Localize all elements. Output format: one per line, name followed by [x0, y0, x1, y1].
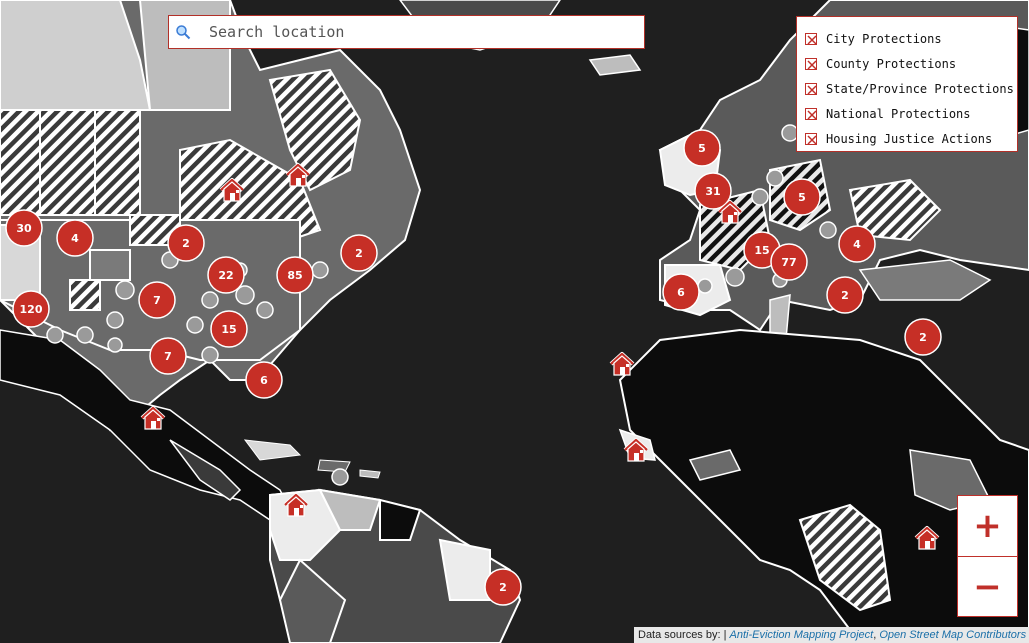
cluster-count: 31: [705, 185, 720, 198]
search-bar[interactable]: [168, 15, 645, 49]
legend-item-state-province-protections[interactable]: State/Province Protections: [797, 76, 1017, 101]
cluster-count: 7: [164, 350, 172, 363]
legend-item-housing-justice-actions[interactable]: Housing Justice Actions: [797, 126, 1017, 151]
cluster-count: 5: [698, 142, 706, 155]
cluster-count: 15: [221, 323, 236, 336]
legend-item-label: City Protections: [826, 31, 942, 46]
cluster-count: 30: [16, 222, 32, 235]
legend-item-label: County Protections: [826, 56, 957, 71]
cluster-count: 5: [798, 191, 806, 204]
cluster-marker[interactable]: 6: [662, 273, 700, 311]
cluster-marker[interactable]: 120: [12, 290, 50, 328]
cluster-count: 6: [677, 286, 685, 299]
cluster-count: 2: [182, 237, 190, 250]
cluster-marker[interactable]: 22: [207, 256, 245, 294]
cluster-marker[interactable]: 4: [56, 219, 94, 257]
cluster-marker[interactable]: 2: [904, 318, 942, 356]
zoom-control: + −: [957, 495, 1018, 617]
cluster-marker[interactable]: 85: [276, 256, 314, 294]
cluster-count: 2: [919, 331, 927, 344]
search-input[interactable]: [207, 22, 631, 42]
checkbox-icon[interactable]: [805, 107, 817, 120]
cluster-marker[interactable]: 7: [149, 337, 187, 375]
cluster-count: 2: [841, 289, 849, 302]
cluster-count: 4: [853, 238, 861, 251]
cluster-marker[interactable]: 77: [770, 243, 808, 281]
cluster-count: 15: [754, 244, 769, 257]
attribution-link-aemp[interactable]: Anti-Eviction Mapping Project: [730, 629, 874, 641]
cluster-count: 77: [781, 256, 796, 269]
cluster-marker[interactable]: 2: [826, 276, 864, 314]
checkbox-icon[interactable]: [805, 132, 817, 145]
checkbox-icon[interactable]: [805, 32, 817, 45]
cluster-count: 6: [260, 374, 268, 387]
cluster-marker[interactable]: 6: [245, 361, 283, 399]
cluster-marker[interactable]: 4: [838, 225, 876, 263]
zoom-in-button[interactable]: +: [958, 496, 1017, 557]
cluster-marker[interactable]: 15: [210, 310, 248, 348]
attribution-prefix: Data sources by: |: [638, 629, 730, 641]
legend-item-county-protections[interactable]: County Protections: [797, 51, 1017, 76]
legend-item-label: State/Province Protections: [826, 81, 1014, 96]
cluster-marker[interactable]: 5: [683, 129, 721, 167]
legend-item-national-protections[interactable]: National Protections: [797, 101, 1017, 126]
legend-item-label: National Protections: [826, 106, 971, 121]
legend-item-city-protections[interactable]: City Protections: [797, 26, 1017, 51]
checkbox-icon[interactable]: [805, 82, 817, 95]
cluster-count: 120: [20, 303, 43, 316]
cluster-count: 2: [355, 247, 363, 260]
legend-item-label: Housing Justice Actions: [826, 131, 993, 146]
attribution: Data sources by: | Anti-Eviction Mapping…: [634, 627, 1029, 643]
zoom-out-button[interactable]: −: [958, 557, 1017, 617]
cluster-count: 22: [218, 269, 233, 282]
cluster-marker[interactable]: 2: [340, 234, 378, 272]
cluster-count: 7: [153, 294, 161, 307]
cluster-count: 2: [499, 581, 507, 594]
search-icon: [176, 25, 191, 40]
cluster-count: 4: [71, 232, 79, 245]
cluster-marker[interactable]: 2: [167, 224, 205, 262]
cluster-marker[interactable]: 30: [5, 209, 43, 247]
cluster-count: 85: [287, 269, 302, 282]
cluster-marker[interactable]: 5: [783, 178, 821, 216]
cluster-marker[interactable]: 7: [138, 281, 176, 319]
attribution-link-osm[interactable]: Open Street Map Contributors: [879, 629, 1026, 641]
legend-panel: City Protections County Protections Stat…: [796, 16, 1018, 152]
cluster-marker[interactable]: 2: [484, 568, 522, 606]
checkbox-icon[interactable]: [805, 57, 817, 70]
